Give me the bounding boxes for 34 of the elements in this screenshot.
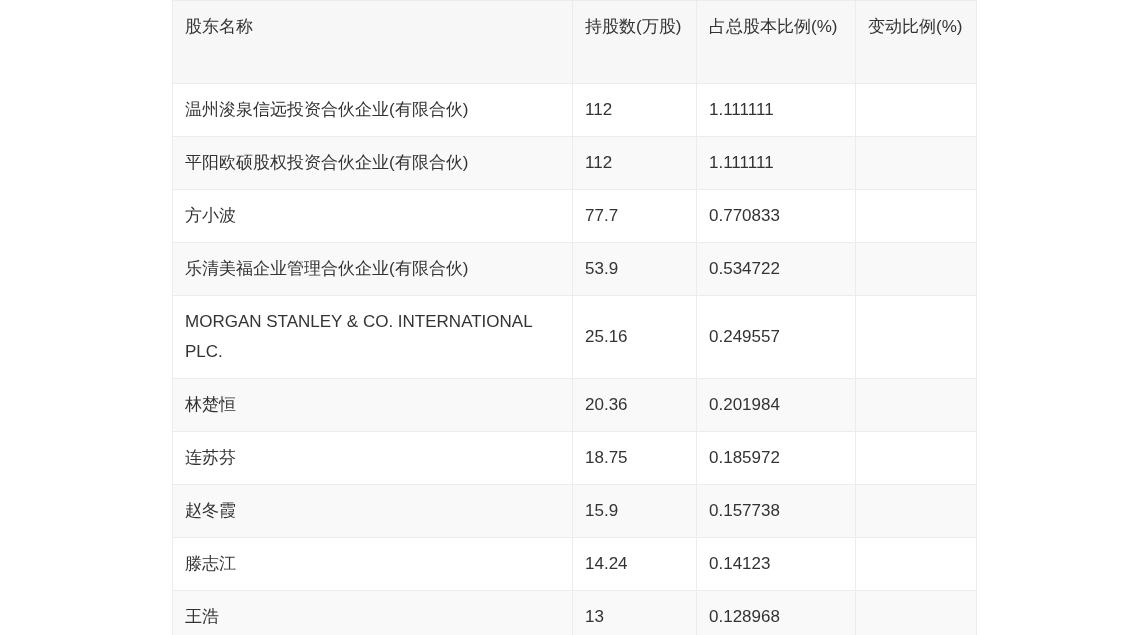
table-cell: 14.24 <box>572 537 697 591</box>
table-cell: 1.111111 <box>696 83 856 137</box>
table-cell: 13 <box>572 590 697 635</box>
table-cell: 赵冬霞 <box>172 484 573 538</box>
table-cell: 方小波 <box>172 189 573 243</box>
table-cell: 0.157738 <box>696 484 856 538</box>
table-cell: 0.201984 <box>696 378 856 432</box>
table-cell: 林楚恒 <box>172 378 573 432</box>
column-header: 股东名称 <box>172 0 573 84</box>
table-cell: MORGAN STANLEY & CO. INTERNATIONAL PLC. <box>172 295 573 379</box>
table-cell: 25.16 <box>572 295 697 379</box>
table-cell: 0.770833 <box>696 189 856 243</box>
table-cell: 0.128968 <box>696 590 856 635</box>
table-cell: 平阳欧硕股权投资合伙企业(有限合伙) <box>172 136 573 190</box>
table-cell: 53.9 <box>572 242 697 296</box>
column-header: 持股数(万股) <box>572 0 697 84</box>
table-cell: 滕志江 <box>172 537 573 591</box>
column-header: 占总股本比例(%) <box>696 0 856 84</box>
table-cell: 0.14123 <box>696 537 856 591</box>
table-cell: 0.534722 <box>696 242 856 296</box>
column-header: 变动比例(%) <box>855 0 977 84</box>
table-cell: 112 <box>572 83 697 137</box>
table-cell: 20.36 <box>572 378 697 432</box>
table-cell: 18.75 <box>572 431 697 485</box>
table-cell: 0.185972 <box>696 431 856 485</box>
table-cell: 温州浚泉信远投资合伙企业(有限合伙) <box>172 83 573 137</box>
table-cell: 77.7 <box>572 189 697 243</box>
table-cell: 0.249557 <box>696 295 856 379</box>
table-cell: 连苏芬 <box>172 431 573 485</box>
table-cell: 王浩 <box>172 590 573 635</box>
table-cell: 15.9 <box>572 484 697 538</box>
table-cell: 112 <box>572 136 697 190</box>
table-cell: 乐清美福企业管理合伙企业(有限合伙) <box>172 242 573 296</box>
table-cell: 1.111111 <box>696 136 856 190</box>
